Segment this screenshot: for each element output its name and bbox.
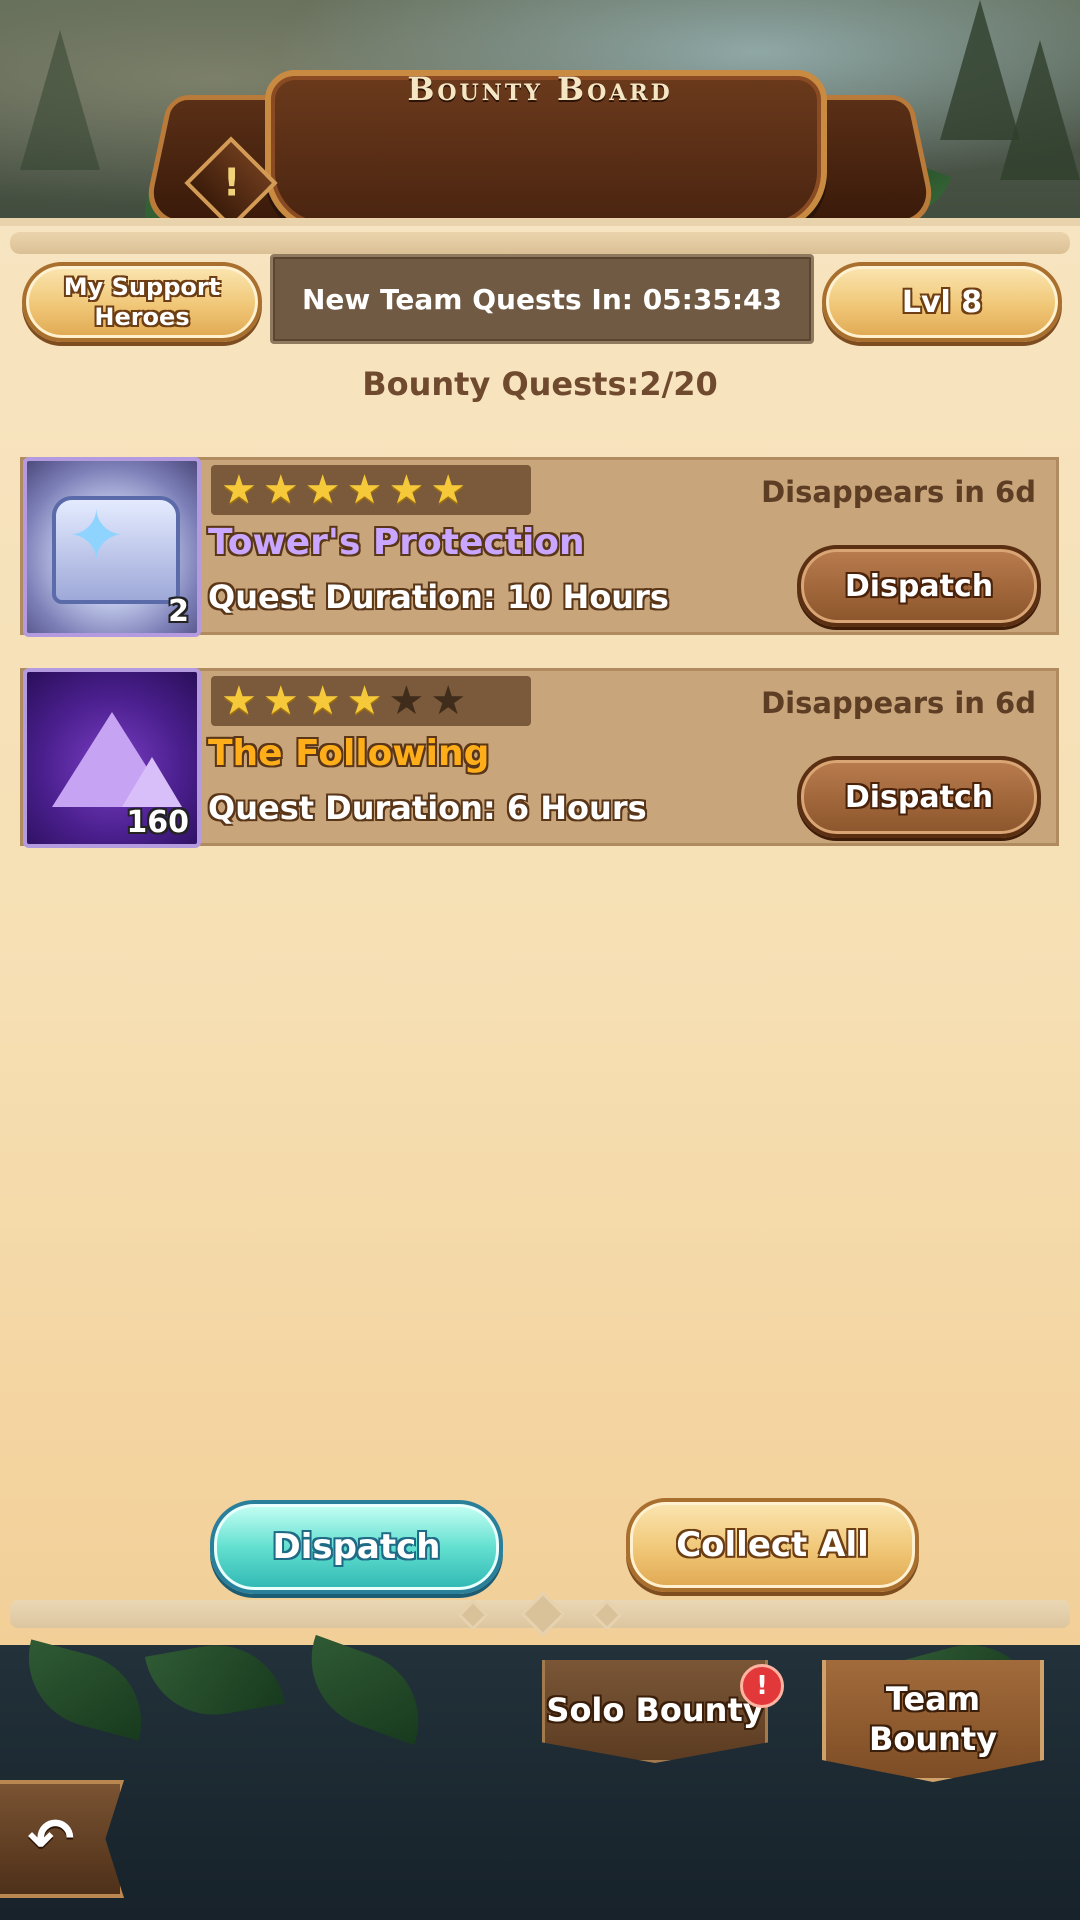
panel-top-trim: [10, 232, 1070, 254]
quest-duration: Quest Duration: 10 Hours: [208, 578, 669, 616]
star-empty-icon: ★: [388, 678, 425, 724]
back-button[interactable]: ↶: [0, 1780, 124, 1898]
team-bounty-label-line1: Team: [885, 1680, 981, 1718]
star-icon: ★: [262, 678, 299, 724]
support-heroes-label-line2: Heroes: [94, 303, 190, 331]
support-heroes-button[interactable]: My Support Heroes: [22, 262, 262, 342]
collect-all-button[interactable]: Collect All: [626, 1498, 919, 1592]
level-button[interactable]: Lvl 8: [822, 262, 1062, 342]
quest-name: The Following: [208, 733, 490, 774]
quest-expiry: Disappears in 6d: [761, 686, 1036, 720]
purple-ore-icon[interactable]: 160: [23, 668, 201, 848]
star-empty-icon: ★: [430, 678, 467, 724]
team-bounty-label-line2: Bounty: [868, 1720, 998, 1758]
star-icon: ★: [304, 678, 341, 724]
star-icon: ★: [304, 467, 341, 513]
dispatch-button[interactable]: Dispatch: [797, 756, 1041, 838]
star-icon: ★: [388, 467, 425, 513]
quest-expiry: Disappears in 6d: [761, 475, 1036, 509]
back-arrow-icon: ↶: [27, 1806, 75, 1872]
notification-badge: !: [740, 1664, 784, 1708]
star-rating: ★ ★ ★ ★ ★ ★: [211, 676, 531, 726]
star-icon: ★: [346, 678, 383, 724]
new-quests-timer: New Team Quests In: 05:35:43: [270, 254, 814, 344]
item-count: 160: [126, 805, 189, 840]
dispatch-button[interactable]: Dispatch: [797, 545, 1041, 627]
star-icon: ★: [430, 467, 467, 513]
star-icon: ★: [221, 678, 257, 724]
quest-name: Tower's Protection: [208, 522, 585, 563]
star-icon: ★: [346, 467, 383, 513]
tab-team-bounty[interactable]: Team Bounty: [822, 1660, 1044, 1782]
tab-solo-bounty[interactable]: Solo Bounty: [542, 1660, 768, 1763]
support-heroes-label-line1: My Support: [63, 273, 221, 301]
bounty-panel: [0, 218, 1080, 1646]
quest-row: 160 ★ ★ ★ ★ ★ ★ The Following Quest Dura…: [20, 668, 1059, 848]
star-icon: ★: [262, 467, 299, 513]
crystal-chest-icon[interactable]: ✦ 2: [23, 457, 201, 637]
quest-row: ✦ 2 ★ ★ ★ ★ ★ ★ Tower's Protection Quest…: [20, 457, 1059, 637]
quest-duration: Quest Duration: 6 Hours: [208, 789, 647, 827]
item-count: 2: [168, 594, 189, 629]
bounty-quest-count: Bounty Quests:2/20: [362, 365, 718, 403]
star-icon: ★: [221, 467, 257, 513]
exclamation-icon: !: [223, 160, 241, 205]
page-title: Bounty Board: [407, 70, 673, 108]
dispatch-all-button[interactable]: Dispatch: [210, 1500, 503, 1594]
star-rating: ★ ★ ★ ★ ★ ★: [211, 465, 531, 515]
